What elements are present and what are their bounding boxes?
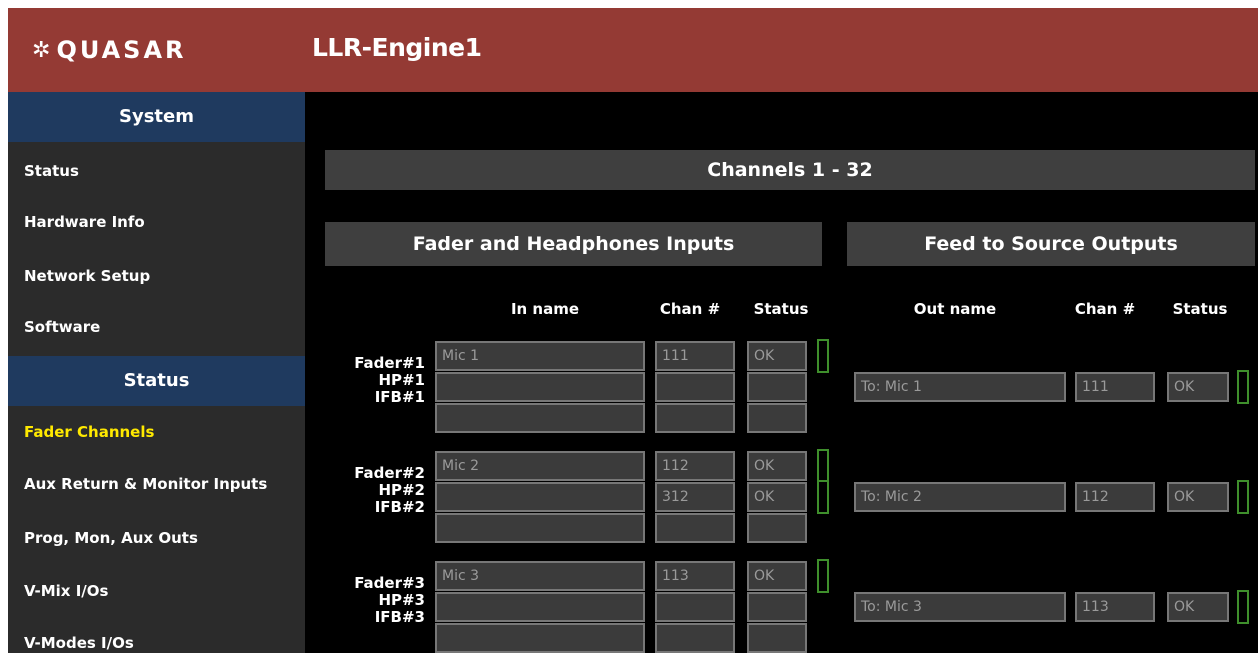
section-title: Channels 1 - 32 <box>325 150 1255 190</box>
out-status-led-indicator <box>1237 370 1249 404</box>
out-name-field[interactable]: To: Mic 3 <box>854 592 1066 622</box>
sidebar-item-hardware-info[interactable]: Hardware Info <box>24 213 145 231</box>
chan-field[interactable] <box>655 592 735 622</box>
out-chan-field[interactable]: 112 <box>1075 482 1155 512</box>
in-name-field[interactable] <box>435 372 645 402</box>
status-field[interactable] <box>747 592 807 622</box>
chan-field[interactable]: 111 <box>655 341 735 371</box>
row-label: HP#2 <box>378 481 425 499</box>
out-status-field[interactable]: OK <box>1167 482 1229 512</box>
in-name-field[interactable] <box>435 513 645 543</box>
in-name-field[interactable] <box>435 592 645 622</box>
row-label: HP#1 <box>378 371 425 389</box>
out-status-led-indicator <box>1237 480 1249 514</box>
row-label: HP#3 <box>378 591 425 609</box>
chan-field[interactable] <box>655 623 735 653</box>
sidebar-item-prog-mon-aux-outs[interactable]: Prog, Mon, Aux Outs <box>24 529 198 547</box>
status-led-indicator <box>817 480 829 514</box>
in-name-field[interactable]: Mic 3 <box>435 561 645 591</box>
status-field[interactable] <box>747 372 807 402</box>
out-chan-field[interactable]: 111 <box>1075 372 1155 402</box>
chan-field[interactable]: 113 <box>655 561 735 591</box>
col-header-chan: Chan # <box>659 300 721 318</box>
chan-field[interactable]: 112 <box>655 451 735 481</box>
chan-field[interactable] <box>655 372 735 402</box>
sidebar: System Status Hardware Info Network Setu… <box>8 92 305 653</box>
out-name-field[interactable]: To: Mic 1 <box>854 372 1066 402</box>
in-name-field[interactable] <box>435 403 645 433</box>
status-field[interactable] <box>747 403 807 433</box>
col-header-out-status: Status <box>1172 300 1228 318</box>
row-label: Fader#2 <box>354 464 425 482</box>
sidebar-item-v-mix-ios[interactable]: V-Mix I/Os <box>24 582 108 600</box>
status-field[interactable]: OK <box>747 482 807 512</box>
sidebar-section-status: Status <box>8 356 305 406</box>
out-status-led-indicator <box>1237 590 1249 624</box>
status-field[interactable]: OK <box>747 451 807 481</box>
sidebar-item-v-modes-ios[interactable]: V-Modes I/Os <box>24 634 134 652</box>
status-field[interactable]: OK <box>747 561 807 591</box>
status-field[interactable]: OK <box>747 341 807 371</box>
in-name-field[interactable]: Mic 1 <box>435 341 645 371</box>
sidebar-section-system: System <box>8 92 305 142</box>
col-header-in-name: In name <box>510 300 580 318</box>
row-label: IFB#1 <box>374 388 425 406</box>
in-name-field[interactable]: Mic 2 <box>435 451 645 481</box>
status-field[interactable] <box>747 623 807 653</box>
main-content: Channels 1 - 32 Fader and Headphones Inp… <box>305 92 1258 653</box>
logo-text: QUASAR <box>56 36 187 64</box>
row-label: IFB#2 <box>374 498 425 516</box>
out-name-field[interactable]: To: Mic 2 <box>854 482 1066 512</box>
sidebar-item-aux-return-monitor-inputs[interactable]: Aux Return & Monitor Inputs <box>24 475 267 493</box>
col-header-status: Status <box>753 300 809 318</box>
status-led-indicator <box>817 449 829 483</box>
right-panel-title: Feed to Source Outputs <box>847 222 1255 266</box>
sidebar-item-software[interactable]: Software <box>24 318 100 336</box>
status-led-indicator <box>817 559 829 593</box>
col-header-out-name: Out name <box>913 300 997 318</box>
in-name-field[interactable] <box>435 623 645 653</box>
out-chan-field[interactable]: 113 <box>1075 592 1155 622</box>
status-field[interactable] <box>747 513 807 543</box>
logo: ✲ QUASAR <box>32 30 187 70</box>
status-led-indicator <box>817 339 829 373</box>
out-status-field[interactable]: OK <box>1167 592 1229 622</box>
col-header-out-chan: Chan # <box>1074 300 1136 318</box>
sidebar-item-fader-channels[interactable]: Fader Channels <box>24 423 154 441</box>
sidebar-item-status[interactable]: Status <box>24 162 79 180</box>
in-name-field[interactable] <box>435 482 645 512</box>
left-panel-title: Fader and Headphones Inputs <box>325 222 822 266</box>
row-label: Fader#3 <box>354 574 425 592</box>
app-window: ✲ QUASAR LLR-Engine1 System Status Hardw… <box>8 8 1258 653</box>
chan-field[interactable] <box>655 403 735 433</box>
header: ✲ QUASAR LLR-Engine1 <box>8 8 1258 92</box>
row-label: IFB#3 <box>374 608 425 626</box>
chan-field[interactable]: 312 <box>655 482 735 512</box>
chan-field[interactable] <box>655 513 735 543</box>
row-label: Fader#1 <box>354 354 425 372</box>
sidebar-item-network-setup[interactable]: Network Setup <box>24 267 150 285</box>
page-title: LLR-Engine1 <box>312 33 482 62</box>
asterisk-star-icon: ✲ <box>32 37 51 63</box>
out-status-field[interactable]: OK <box>1167 372 1229 402</box>
